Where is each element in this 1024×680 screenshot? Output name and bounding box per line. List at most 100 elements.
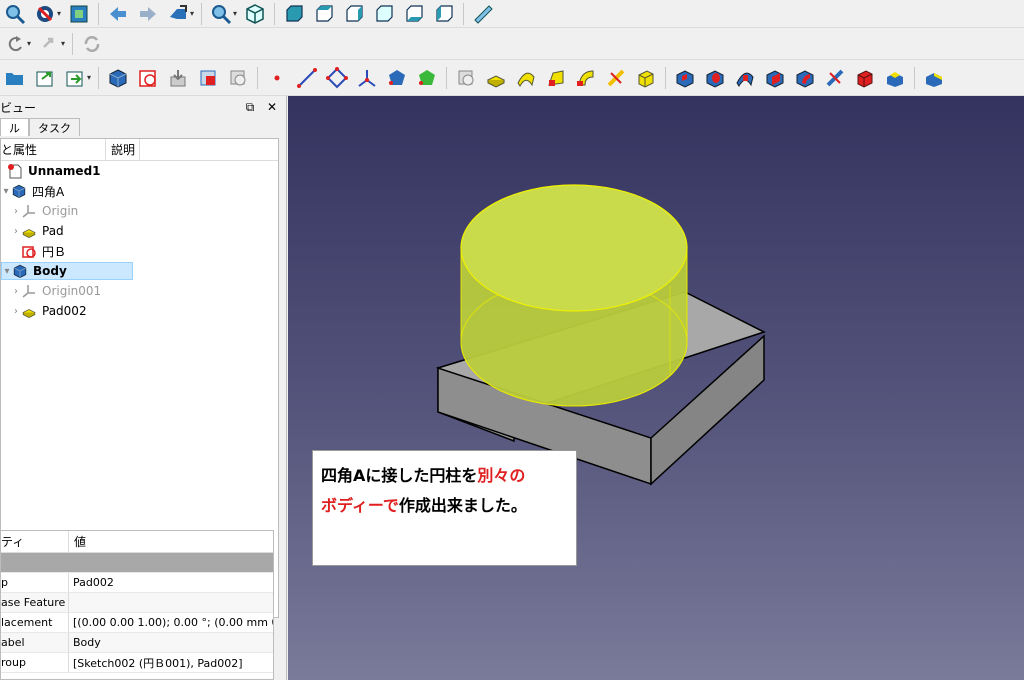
clone-icon[interactable] xyxy=(455,67,477,89)
pocket-icon[interactable] xyxy=(674,67,696,89)
tree-item-content[interactable]: › Pad xyxy=(11,223,64,239)
view-rear-icon[interactable] xyxy=(373,3,395,25)
view-fit-icon[interactable] xyxy=(68,3,90,25)
chevron-down-icon[interactable]: ▾ xyxy=(61,39,65,48)
redo-icon[interactable] xyxy=(38,33,60,55)
clone-icon[interactable] xyxy=(227,67,249,89)
property-value[interactable]: Body xyxy=(69,633,273,652)
tree-column-labels[interactable]: と属性 xyxy=(1,139,106,160)
property-row[interactable]: abel Body xyxy=(1,633,273,653)
additive-box-icon[interactable] xyxy=(635,67,657,89)
create-sketch-icon[interactable] xyxy=(137,67,159,89)
property-value[interactable] xyxy=(69,593,273,612)
chevron-down-icon[interactable]: ▾ xyxy=(2,266,12,277)
cylinder[interactable] xyxy=(460,184,688,407)
fillet-icon[interactable] xyxy=(884,67,906,89)
shape-binder-icon[interactable] xyxy=(386,67,408,89)
tree-item[interactable]: ▾ 四角A xyxy=(1,181,278,201)
subshape-binder-icon[interactable] xyxy=(416,67,438,89)
subtractive-box-icon[interactable] xyxy=(854,67,876,89)
view-right-icon[interactable] xyxy=(343,3,365,25)
export-icon[interactable] xyxy=(34,67,56,89)
tab-model[interactable]: ル xyxy=(0,118,29,136)
revolution-icon[interactable] xyxy=(515,67,537,89)
property-row[interactable]: roup [Sketch002 (円Ｂ001), Pad002] xyxy=(1,653,273,673)
tree-item-content[interactable]: ▾ Body xyxy=(1,262,133,280)
chevron-down-icon[interactable]: ▾ xyxy=(233,9,237,18)
open-icon[interactable] xyxy=(4,67,26,89)
chevron-down-icon[interactable]: ▾ xyxy=(1,186,11,197)
property-column-value[interactable]: 値 xyxy=(69,531,269,552)
tree-item[interactable]: 円Ｂ xyxy=(1,241,278,261)
property-row[interactable]: p Pad002 xyxy=(1,573,273,593)
property-value[interactable]: [Sketch002 (円Ｂ001), Pad002] xyxy=(69,653,273,672)
groove-icon[interactable] xyxy=(734,67,756,89)
lcs-icon[interactable] xyxy=(356,67,378,89)
tree-item-content[interactable]: › Pad002 xyxy=(11,303,87,319)
tab-tasks[interactable]: タスク xyxy=(29,118,80,136)
tree-item-content[interactable]: › Origin001 xyxy=(11,283,101,299)
refresh-icon[interactable] xyxy=(81,33,103,55)
property-row[interactable]: lacement [(0.00 0.00 1.00); 0.00 °; (0.00… xyxy=(1,613,273,633)
undo-icon[interactable] xyxy=(4,33,26,55)
zoom-icon[interactable] xyxy=(4,3,26,25)
annotation-highlight-1: 別々の xyxy=(477,466,526,485)
plane-icon[interactable] xyxy=(326,66,349,89)
subtractive-helix-icon[interactable] xyxy=(824,67,846,89)
close-panel-icon[interactable]: ✕ xyxy=(264,100,280,114)
measure-icon[interactable] xyxy=(472,3,494,25)
subtractive-loft-icon[interactable] xyxy=(764,67,786,89)
tree-item-content[interactable]: ▾ 四角A xyxy=(1,183,64,200)
property-column-name[interactable]: ティ xyxy=(1,531,69,552)
chevron-down-icon[interactable]: ▾ xyxy=(57,9,61,18)
view-left-icon[interactable] xyxy=(433,3,455,25)
validate-sketch-icon[interactable] xyxy=(167,67,189,89)
tree-item-content[interactable]: 円Ｂ xyxy=(11,243,66,260)
pad-icon[interactable] xyxy=(485,67,507,89)
tree-item[interactable]: › Pad002 xyxy=(1,301,278,321)
tree-item[interactable]: ▾ Body xyxy=(1,261,278,281)
tree-item[interactable]: › Origin001 xyxy=(1,281,278,301)
no-draw-icon[interactable] xyxy=(34,3,56,25)
check-geometry-icon[interactable] xyxy=(197,67,219,89)
view-front-icon[interactable] xyxy=(283,3,305,25)
chevron-down-icon[interactable]: ▾ xyxy=(190,9,194,18)
3d-viewport[interactable] xyxy=(288,96,1024,680)
tree-item-content[interactable]: Unnamed1 xyxy=(0,163,101,179)
chevron-down-icon[interactable]: ▾ xyxy=(87,73,91,82)
point-icon[interactable] xyxy=(266,67,288,89)
property-row[interactable]: ase Feature xyxy=(1,593,273,613)
line-icon[interactable] xyxy=(296,67,318,89)
chamfer-icon[interactable] xyxy=(923,67,945,89)
tree-item[interactable]: › Pad xyxy=(1,221,278,241)
nav-back-icon[interactable] xyxy=(107,3,129,25)
tree-item[interactable]: Unnamed1 xyxy=(1,161,278,181)
body-icon[interactable] xyxy=(107,67,129,89)
chevron-right-icon[interactable]: › xyxy=(11,286,21,297)
3d-scene[interactable] xyxy=(288,96,1024,680)
helix-icon[interactable] xyxy=(605,67,627,89)
nav-forward-icon[interactable] xyxy=(137,3,159,25)
property-value[interactable]: Pad002 xyxy=(69,573,273,592)
property-group-header[interactable] xyxy=(1,553,273,573)
chevron-right-icon[interactable]: › xyxy=(11,306,21,317)
chevron-down-icon[interactable]: ▾ xyxy=(27,39,31,48)
view-isometric-icon[interactable] xyxy=(244,3,266,25)
cylinder-top-face[interactable] xyxy=(460,184,688,312)
float-panel-icon[interactable]: ⧉ xyxy=(242,100,258,115)
macro-icon[interactable] xyxy=(64,67,86,89)
pipe-icon[interactable] xyxy=(575,67,597,89)
chevron-right-icon[interactable]: › xyxy=(11,206,21,217)
loft-icon[interactable] xyxy=(545,67,567,89)
zoom-select-icon[interactable] xyxy=(210,3,232,25)
view-bottom-icon[interactable] xyxy=(403,3,425,25)
view-top-icon[interactable] xyxy=(313,3,335,25)
chevron-right-icon[interactable]: › xyxy=(11,226,21,237)
workbench-icon[interactable] xyxy=(167,3,189,25)
hole-icon[interactable] xyxy=(704,67,726,89)
tree-column-description[interactable]: 説明 xyxy=(106,139,140,160)
tree-item[interactable]: › Origin xyxy=(1,201,278,221)
property-value[interactable]: [(0.00 0.00 1.00); 0.00 °; (0.00 mm 0.00… xyxy=(69,613,273,632)
tree-item-content[interactable]: › Origin xyxy=(11,203,78,219)
subtractive-pipe-icon[interactable] xyxy=(794,67,816,89)
